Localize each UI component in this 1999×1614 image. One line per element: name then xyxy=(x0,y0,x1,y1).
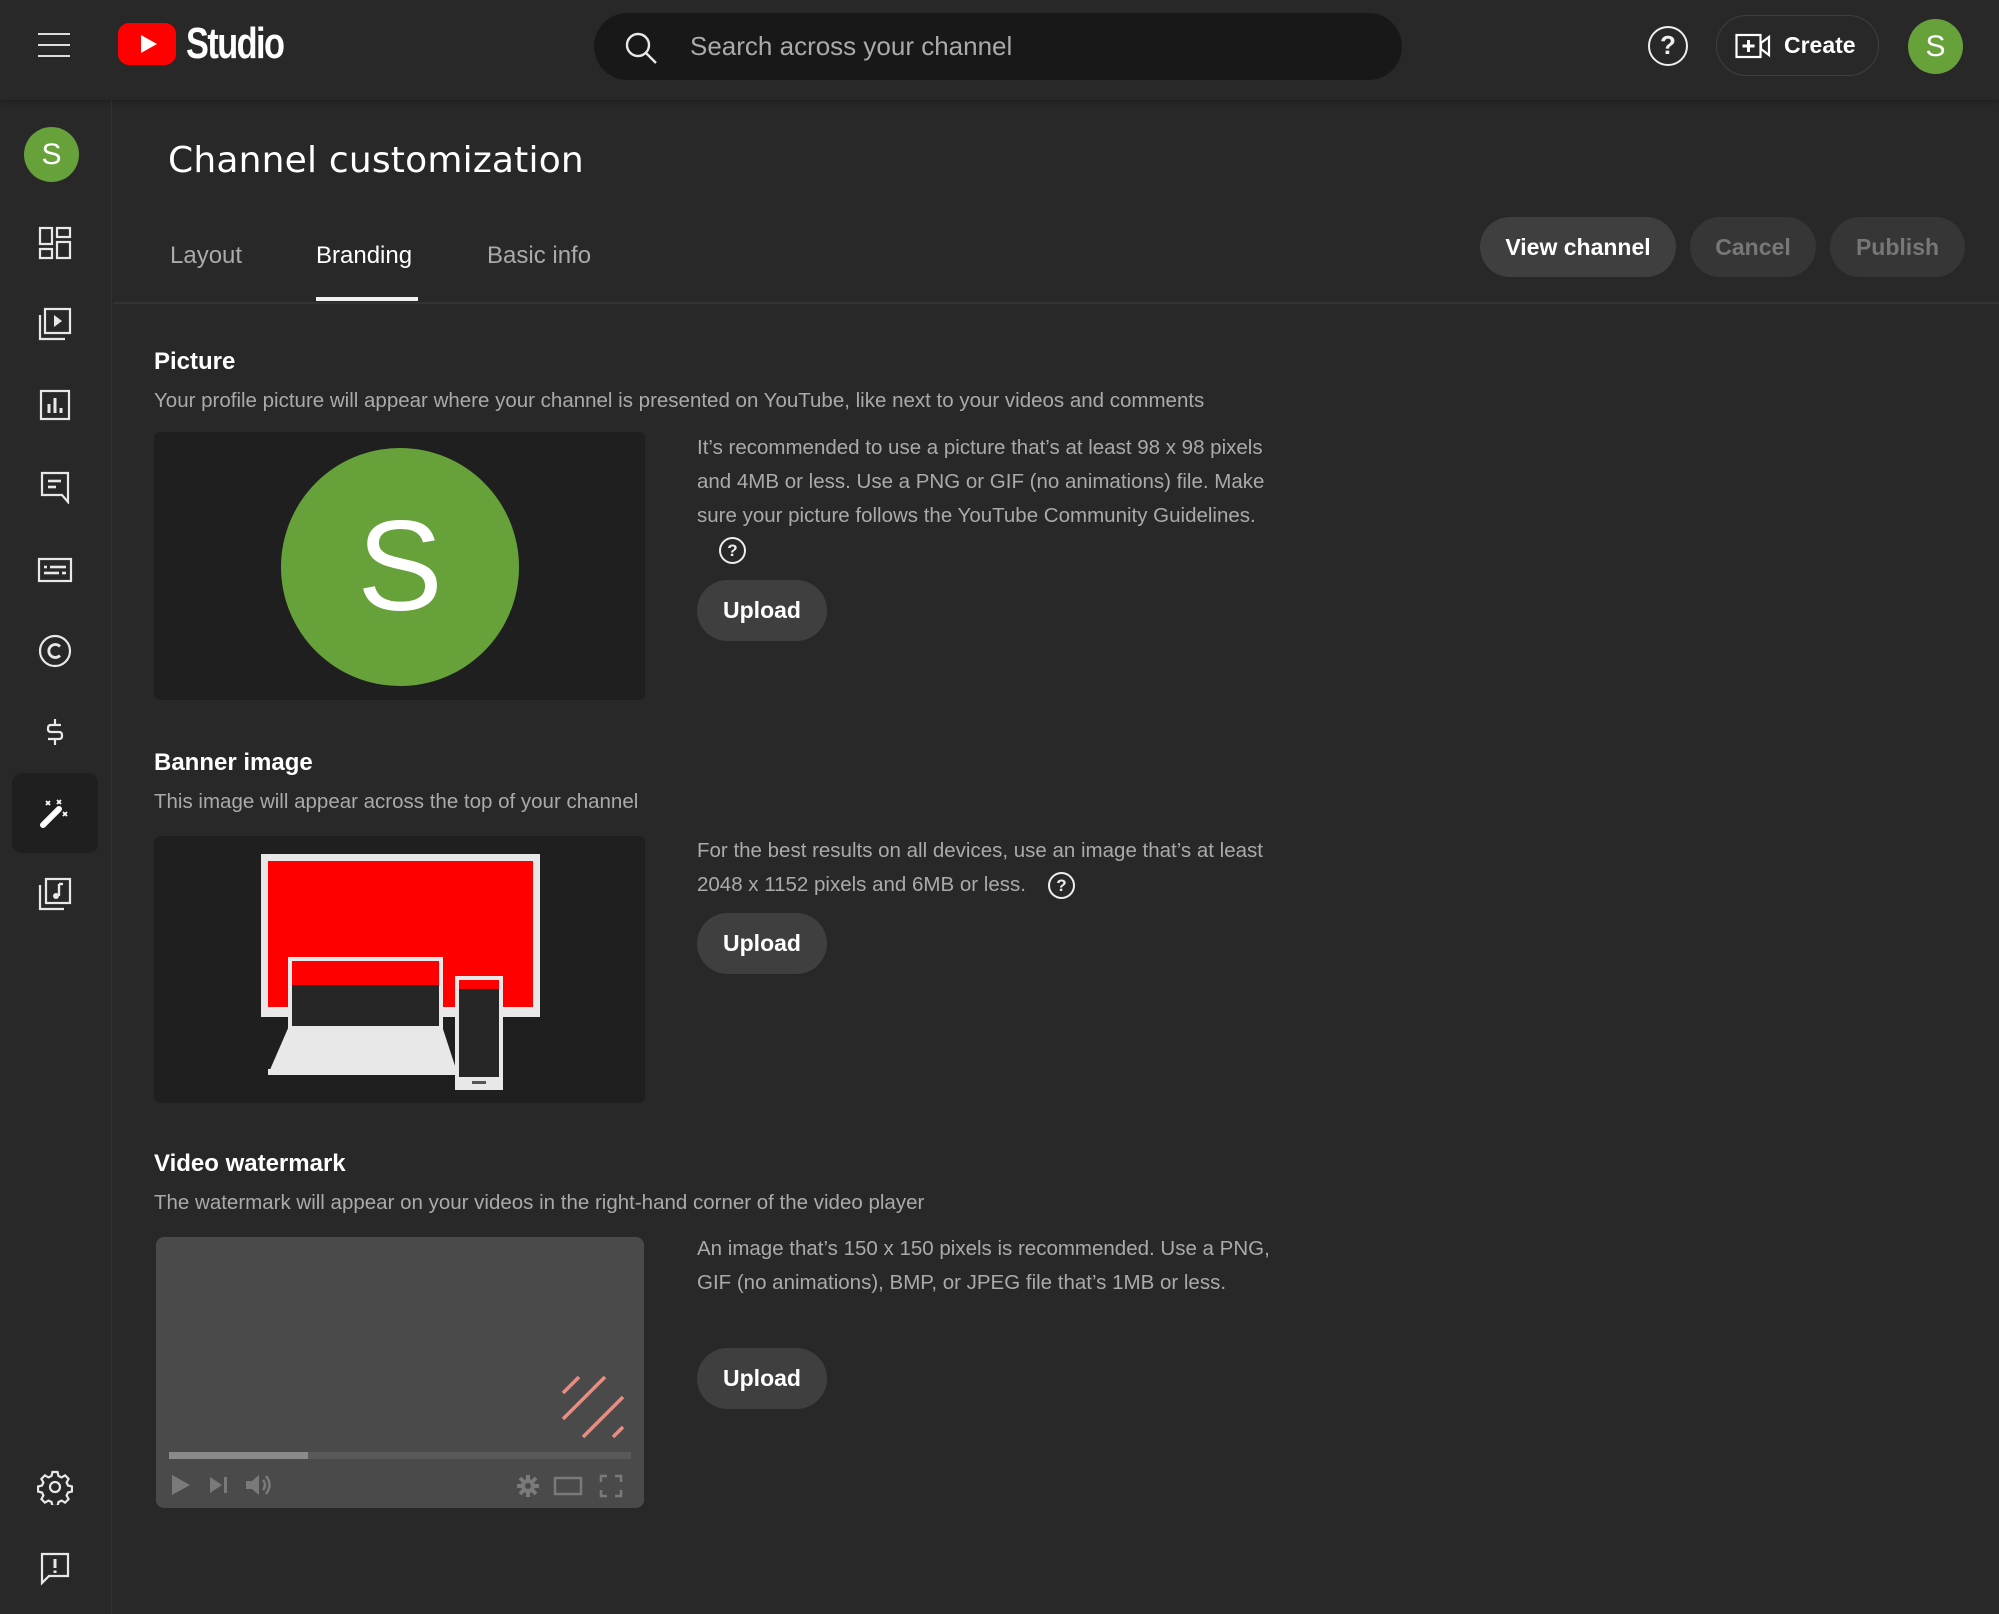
sidebar-item-earn[interactable] xyxy=(12,692,98,772)
picture-section-subtitle: Your profile picture will appear where y… xyxy=(154,389,1205,412)
dashboard-icon xyxy=(38,226,72,260)
sidebar-item-content[interactable] xyxy=(12,284,98,364)
picture-section-title: Picture xyxy=(154,348,236,375)
copyright-icon xyxy=(38,634,72,668)
fullscreen-icon xyxy=(599,1474,623,1498)
sidebar-item-analytics[interactable] xyxy=(12,365,98,445)
help-icon[interactable]: ? xyxy=(1047,872,1075,900)
search-bar[interactable] xyxy=(594,13,1402,80)
tab-layout[interactable]: Layout xyxy=(170,242,242,270)
picture-description-text: It’s recommended to use a picture that’s… xyxy=(697,436,1265,527)
sidebar-item-subtitles[interactable] xyxy=(12,530,98,610)
account-avatar[interactable]: S xyxy=(1908,19,1963,74)
banner-upload-button[interactable]: Upload xyxy=(697,913,827,974)
sidebar-item-feedback[interactable] xyxy=(12,1528,98,1608)
watermark-description: An image that’s 150 x 150 pixels is reco… xyxy=(697,1232,1277,1300)
devices-banner-illustration xyxy=(261,854,540,1090)
search-input[interactable] xyxy=(690,13,1370,80)
subtitles-icon xyxy=(37,557,73,583)
play-icon xyxy=(172,1475,190,1495)
logo-text: Studio xyxy=(186,19,285,68)
volume-icon xyxy=(246,1475,271,1495)
feedback-icon xyxy=(40,1552,70,1586)
picture-upload-button[interactable]: Upload xyxy=(697,580,827,641)
sidebar-item-comments[interactable] xyxy=(12,446,98,526)
publish-button[interactable]: Publish xyxy=(1830,217,1965,277)
banner-section-title: Banner image xyxy=(154,749,313,776)
create-button[interactable]: Create xyxy=(1716,15,1879,76)
view-channel-button[interactable]: View channel xyxy=(1480,217,1676,277)
watermark-upload-button[interactable]: Upload xyxy=(697,1348,827,1409)
banner-image-preview xyxy=(154,836,645,1103)
sidebar-item-audio-library[interactable] xyxy=(12,854,98,934)
banner-section-subtitle: This image will appear across the top of… xyxy=(154,790,639,813)
analytics-icon xyxy=(39,389,71,421)
settings-icon xyxy=(37,1470,73,1505)
create-video-icon xyxy=(1735,33,1771,58)
profile-picture-preview: S xyxy=(154,432,645,700)
earn-icon xyxy=(46,719,64,745)
sidebar-item-copyright[interactable] xyxy=(12,611,98,691)
menu-icon[interactable] xyxy=(36,30,72,60)
video-watermark-preview xyxy=(156,1237,644,1508)
sidebar-item-dashboard[interactable] xyxy=(12,203,98,283)
header-divider xyxy=(113,302,1999,304)
watermark-description-text: An image that’s 150 x 150 pixels is reco… xyxy=(697,1237,1270,1294)
help-icon[interactable]: ? xyxy=(719,537,746,565)
banner-description: For the best results on all devices, use… xyxy=(697,834,1277,902)
settings-icon xyxy=(517,1475,539,1497)
top-app-bar: Studio ? Create S xyxy=(0,0,1999,100)
sidebar-nav: S xyxy=(0,100,112,1614)
theater-mode-icon xyxy=(553,1476,583,1496)
next-icon xyxy=(210,1477,227,1493)
sidebar-item-customization[interactable] xyxy=(12,773,98,853)
watermark-section-title: Video watermark xyxy=(154,1150,346,1177)
sidebar-item-settings[interactable] xyxy=(12,1447,98,1527)
watermark-section-subtitle: The watermark will appear on your videos… xyxy=(154,1191,925,1214)
picture-description: It’s recommended to use a picture that’s… xyxy=(697,431,1277,567)
banner-description-text: For the best results on all devices, use… xyxy=(697,839,1263,896)
youtube-play-logo-icon xyxy=(118,23,176,65)
customization-icon xyxy=(40,799,68,828)
watermark-placeholder-icon xyxy=(561,1375,625,1439)
search-icon[interactable] xyxy=(624,31,658,65)
audio-library-icon xyxy=(38,877,72,911)
cancel-button[interactable]: Cancel xyxy=(1690,217,1816,277)
comments-icon xyxy=(40,471,70,504)
youtube-studio-logo[interactable]: Studio xyxy=(118,19,311,68)
help-icon[interactable]: ? xyxy=(1648,26,1688,66)
active-tab-indicator xyxy=(316,297,418,301)
tab-basic-info[interactable]: Basic info xyxy=(487,242,591,270)
tab-branding[interactable]: Branding xyxy=(316,242,412,270)
channel-avatar[interactable]: S xyxy=(24,127,79,182)
page-title: Channel customization xyxy=(168,140,584,181)
profile-picture-avatar: S xyxy=(281,448,519,686)
video-progress-bar xyxy=(169,1452,631,1459)
content-icon xyxy=(38,307,72,341)
create-label: Create xyxy=(1784,32,1856,58)
video-progress-fill xyxy=(169,1452,308,1459)
